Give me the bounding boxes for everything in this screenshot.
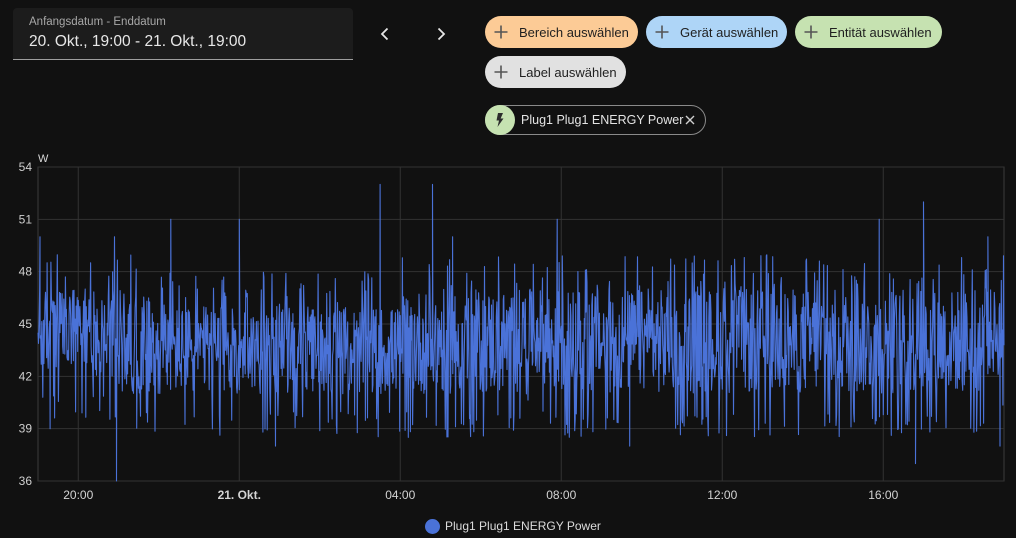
y-tick-label: 42 — [19, 369, 33, 383]
x-tick-label: 16:00 — [868, 488, 898, 502]
chart-legend-item[interactable]: Plug1 Plug1 ENERGY Power — [425, 518, 601, 534]
chevron-left-icon — [380, 27, 389, 41]
choose-area-label: Bereich auswählen — [519, 24, 629, 40]
choose-area-button[interactable]: Bereich auswählen — [485, 16, 638, 48]
selected-entity-name: Plug1 Plug1 ENERGY Power — [521, 113, 684, 127]
plus-icon — [494, 25, 508, 39]
x-tick-label: 04:00 — [385, 488, 415, 502]
y-tick-label: 45 — [19, 317, 33, 331]
choose-label-label: Label auswählen — [519, 64, 617, 80]
flash-icon — [485, 105, 515, 135]
date-range-picker[interactable]: Anfangsdatum - Enddatum 20. Okt., 19:00 … — [13, 8, 353, 60]
next-period-button[interactable] — [427, 20, 455, 48]
legend-label: Plug1 Plug1 ENERGY Power — [445, 519, 601, 533]
choose-entity-label: Entität auswählen — [829, 24, 932, 40]
y-tick-label: 48 — [19, 265, 33, 279]
y-tick-label: 51 — [19, 212, 33, 226]
plus-icon — [804, 25, 818, 39]
chevron-right-icon — [437, 27, 446, 41]
close-icon[interactable] — [684, 114, 696, 126]
y-tick-label: 54 — [19, 160, 33, 174]
x-tick-label: 20:00 — [63, 488, 93, 502]
y-tick-label: 39 — [19, 422, 33, 436]
date-range-value: 20. Okt., 19:00 - 21. Okt., 19:00 — [29, 33, 247, 50]
x-tick-label: 12:00 — [707, 488, 737, 502]
choose-device-label: Gerät auswählen — [680, 24, 779, 40]
selected-entity-chip[interactable]: Plug1 Plug1 ENERGY Power — [485, 105, 706, 135]
y-axis-unit: W — [38, 153, 49, 165]
plus-icon — [655, 25, 669, 39]
legend-color-dot — [425, 518, 440, 534]
choose-device-button[interactable]: Gerät auswählen — [646, 16, 787, 48]
choose-label-button[interactable]: Label auswählen — [485, 56, 626, 88]
y-tick-label: 36 — [19, 474, 33, 488]
previous-period-button[interactable] — [371, 20, 399, 48]
x-tick-label: 21. Okt. — [218, 488, 261, 502]
date-range-label: Anfangsdatum - Enddatum — [29, 16, 166, 28]
history-chart[interactable]: W 54 51 48 45 42 39 36 20:00 21. Okt. 04:00 08:00 12… — [0, 148, 1016, 516]
plus-icon — [494, 65, 508, 79]
x-tick-label: 08:00 — [546, 488, 576, 502]
choose-entity-button[interactable]: Entität auswählen — [795, 16, 942, 48]
